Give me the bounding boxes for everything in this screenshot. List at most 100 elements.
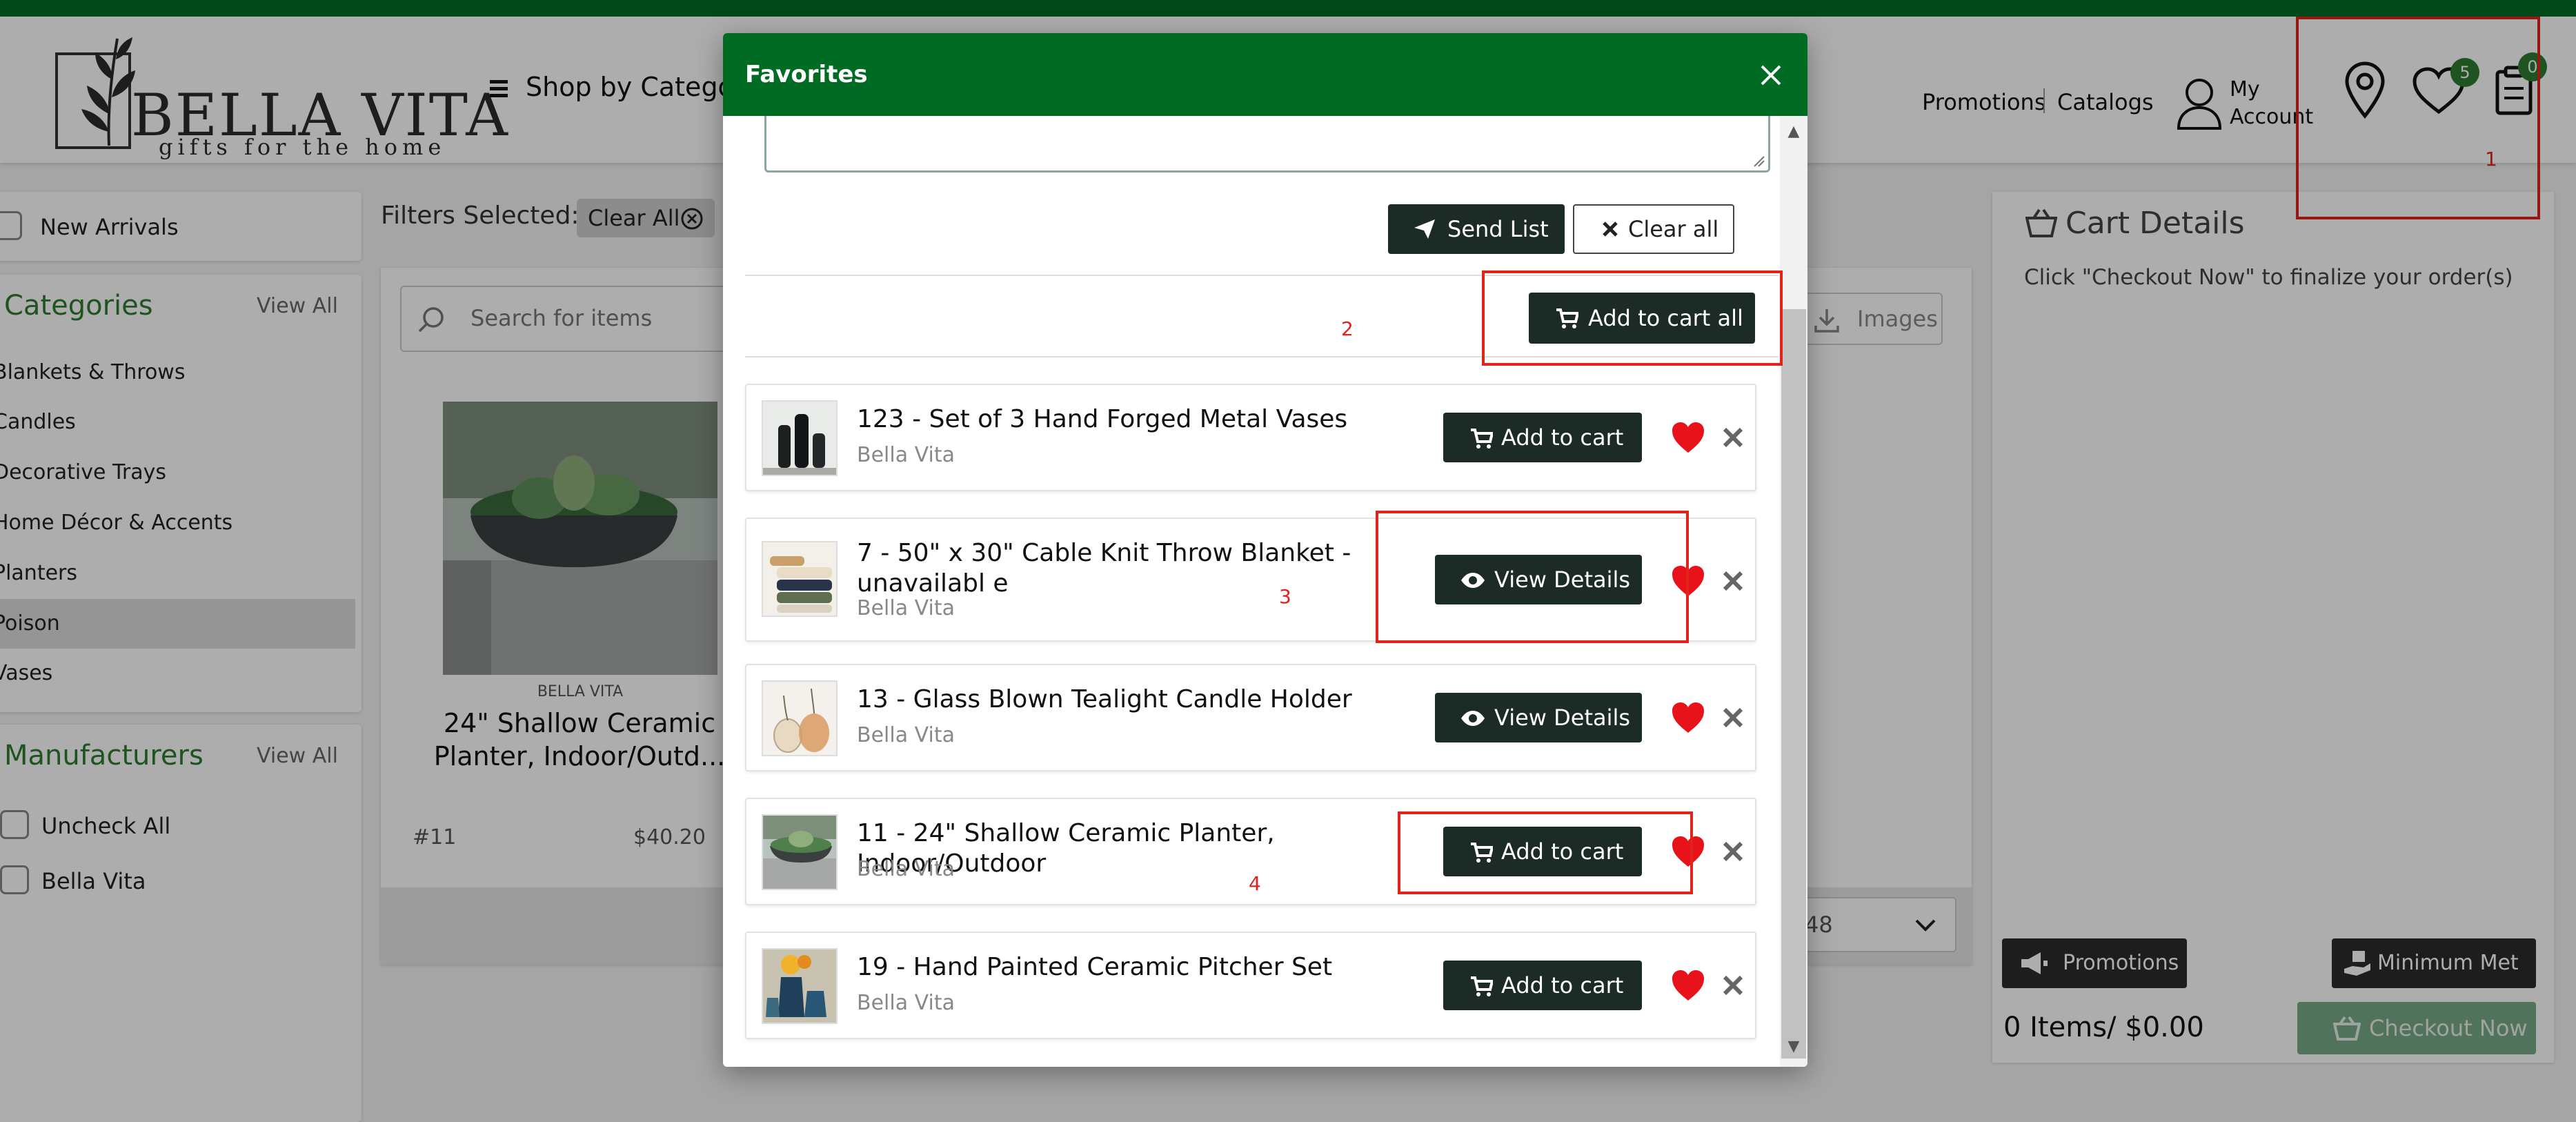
item-thumbnail[interactable]: [762, 814, 838, 890]
top-bar: [0, 0, 2576, 17]
item-thumbnail[interactable]: [762, 400, 838, 476]
annotation-box-2: [1482, 270, 1783, 366]
add-to-cart-button[interactable]: Add to cart: [1443, 961, 1642, 1010]
cart-subtitle: Click "Checkout Now" to finalize your or…: [2024, 265, 2513, 290]
item-thumbnail[interactable]: [762, 541, 838, 617]
clear-all-chip-label: Clear All: [588, 205, 680, 231]
send-list-button[interactable]: Send List: [1388, 204, 1565, 254]
planter-photo: [763, 816, 836, 889]
clear-all-filters-chip[interactable]: Clear All: [577, 199, 715, 237]
uncheck-all-checkbox[interactable]: [0, 810, 29, 839]
category-label: Decorative Trays: [0, 460, 166, 484]
categories-view-all[interactable]: View All: [257, 294, 338, 318]
categories-card: Categories View All Blankets & Throws Ca…: [0, 275, 361, 712]
add-to-cart-label: Add to cart: [1501, 424, 1624, 451]
item-title[interactable]: 13 - Glass Blown Tealight Candle Holder: [857, 685, 1436, 715]
close-icon: [1603, 222, 1618, 237]
search-input[interactable]: Search for items: [400, 286, 745, 352]
checkout-now-label: Checkout Now: [2369, 1015, 2528, 1041]
candle-holder-photo: [763, 682, 836, 755]
heart-filled-icon[interactable]: [1671, 969, 1705, 1002]
per-page-select[interactable]: 48: [1794, 897, 1956, 952]
category-poison[interactable]: Poison: [0, 599, 355, 649]
item-title[interactable]: 123 - Set of 3 Hand Forged Metal Vases: [857, 404, 1436, 435]
close-circle-icon[interactable]: [680, 207, 704, 230]
checkout-now-button[interactable]: Checkout Now: [2297, 1002, 2536, 1054]
category-planters[interactable]: Planters: [0, 549, 355, 598]
nav-separator: [2043, 88, 2045, 113]
category-label: Home Décor & Accents: [0, 511, 233, 535]
item-title[interactable]: 19 - Hand Painted Ceramic Pitcher Set: [857, 952, 1436, 983]
minimum-met-button[interactable]: Minimum Met: [2332, 938, 2536, 988]
product-image[interactable]: [443, 402, 717, 675]
basket-icon: [2333, 1016, 2361, 1041]
remove-x-icon[interactable]: [1721, 705, 1745, 730]
remove-x-icon[interactable]: [1721, 973, 1745, 998]
search-icon: [418, 307, 444, 333]
item-thumbnail[interactable]: [762, 680, 838, 756]
hand-box-icon: [2344, 951, 2370, 976]
shop-by-category-label: Shop by Categor: [526, 72, 745, 102]
cart-total: 0 Items/ $0.00: [2003, 1012, 2204, 1043]
view-details-button[interactable]: View Details: [1435, 693, 1642, 742]
close-icon[interactable]: [1754, 58, 1788, 92]
product-name[interactable]: 24" Shallow Ceramic Planter, Indoor/Outd…: [414, 707, 745, 773]
heart-filled-icon[interactable]: [1671, 701, 1705, 734]
vases-photo: [763, 402, 836, 475]
promotions-button[interactable]: Promotions: [2002, 938, 2187, 988]
category-candles[interactable]: Candles: [0, 397, 355, 447]
search-placeholder: Search for items: [470, 305, 653, 331]
nav-promotions[interactable]: Promotions: [1922, 89, 2045, 115]
category-home-decor[interactable]: Home Décor & Accents: [0, 498, 355, 548]
heart-filled-icon[interactable]: [1671, 421, 1705, 454]
annotation-label-2: 2: [1341, 317, 1354, 340]
manufacturers-view-all[interactable]: View All: [257, 744, 338, 768]
eye-icon: [1461, 711, 1485, 726]
item-title[interactable]: 7 - 50" x 30" Cable Knit Throw Blanket -…: [857, 538, 1436, 599]
user-icon[interactable]: [2176, 77, 2223, 130]
images-download-button[interactable]: Images: [1794, 293, 1943, 345]
manufacturer-bella-vita-checkbox[interactable]: [0, 865, 29, 894]
category-blankets-throws[interactable]: Blankets & Throws: [0, 348, 355, 397]
nav-catalogs[interactable]: Catalogs: [2057, 89, 2154, 115]
scrollbar-thumb[interactable]: [1781, 309, 1806, 1059]
category-label: Planters: [0, 561, 78, 585]
scroll-up-arrow[interactable]: ▲: [1783, 123, 1805, 142]
category-label: Vases: [0, 661, 53, 685]
megaphone-icon: [2021, 952, 2048, 974]
shop-by-category-menu[interactable]: Shop by Categor: [490, 72, 744, 102]
cart-icon: [1471, 976, 1493, 996]
remove-x-icon[interactable]: [1721, 425, 1745, 450]
favorite-item: 19 - Hand Painted Ceramic Pitcher Set Be…: [745, 932, 1756, 1039]
add-to-cart-label: Add to cart: [1501, 972, 1624, 998]
message-textarea[interactable]: [764, 116, 1770, 173]
annotation-label-4: 4: [1249, 872, 1261, 895]
item-brand: Bella Vita: [857, 723, 955, 747]
filters-selected-label: Filters Selected:: [381, 201, 579, 230]
category-label: Poison: [0, 611, 60, 636]
categories-title: Categories: [4, 290, 153, 322]
category-decorative-trays[interactable]: Decorative Trays: [0, 448, 355, 498]
category-vases[interactable]: Vases: [0, 649, 355, 698]
remove-x-icon[interactable]: [1721, 569, 1745, 593]
logo-tagline: gifts for the home: [159, 134, 446, 160]
product-price: $40.20: [633, 825, 706, 849]
clear-all-button[interactable]: Clear all: [1573, 204, 1734, 254]
add-to-cart-button[interactable]: Add to cart: [1443, 413, 1642, 462]
logo[interactable]: BELLA VITA gifts for the home: [55, 32, 508, 163]
item-brand: Bella Vita: [857, 596, 955, 620]
resize-handle-icon: [1754, 156, 1765, 167]
new-arrivals-checkbox[interactable]: [0, 211, 22, 240]
new-arrivals-card: New Arrivals: [0, 192, 361, 261]
annotation-box-4: [1398, 811, 1693, 894]
annotation-label-1: 1: [2485, 148, 2497, 170]
annotation-box-3: [1376, 511, 1689, 643]
manufacturers-card: Manufacturers View All Uncheck All Bella…: [0, 725, 361, 1122]
remove-x-icon[interactable]: [1721, 839, 1745, 864]
basket-icon: [2025, 208, 2057, 237]
modal-title: Favorites: [745, 61, 868, 88]
images-button-label: Images: [1857, 306, 1938, 332]
per-page-value: 48: [1805, 912, 1833, 938]
item-thumbnail[interactable]: [762, 948, 838, 1024]
scroll-down-arrow[interactable]: ▼: [1783, 1038, 1805, 1057]
